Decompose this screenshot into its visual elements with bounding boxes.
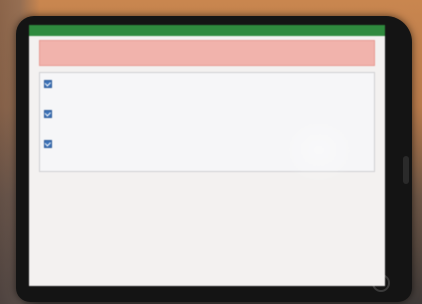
- empty-screen-area: [29, 172, 385, 262]
- option-row[interactable]: [44, 107, 370, 137]
- option-row[interactable]: [44, 77, 370, 107]
- checkbox-icon[interactable]: [44, 140, 52, 148]
- tablet-side-button: [403, 156, 409, 184]
- options-panel: [39, 72, 375, 172]
- option-row[interactable]: [44, 137, 370, 167]
- alert-banner: [39, 40, 375, 66]
- tablet-screen: [29, 25, 385, 286]
- checkbox-icon[interactable]: [44, 110, 52, 118]
- checkbox-icon[interactable]: [44, 80, 52, 88]
- app-bar: [29, 25, 385, 36]
